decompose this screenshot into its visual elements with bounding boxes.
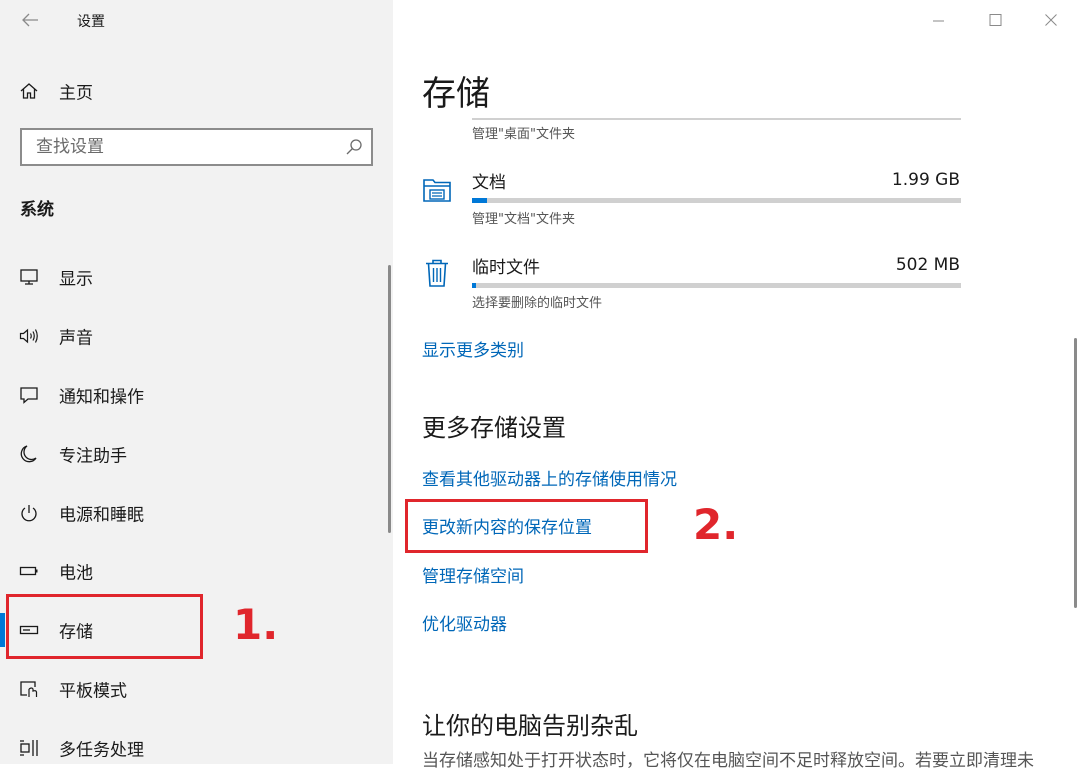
- power-icon: [21, 505, 37, 522]
- usage-bar-fill: [472, 198, 487, 203]
- search-icon: [346, 139, 362, 155]
- step-2-label: 2.: [693, 500, 739, 549]
- more-storage-settings-heading: 更多存储设置: [422, 414, 566, 442]
- category-size: 502 MB: [895, 255, 960, 275]
- category-name: 临时文件: [472, 258, 540, 278]
- minimize-icon: [933, 20, 944, 22]
- category-name: 文档: [472, 173, 506, 193]
- sidebar-item-tablet-mode[interactable]: 平板模式: [0, 664, 393, 714]
- category-caption: 选择要删除的临时文件: [472, 296, 603, 311]
- sidebar-item-label: 通知和操作: [59, 387, 144, 408]
- sidebar-item-home[interactable]: 主页: [0, 66, 393, 116]
- sidebar-item-display[interactable]: 显示: [0, 252, 393, 302]
- close-icon: [1045, 14, 1057, 26]
- back-button[interactable]: [18, 8, 42, 32]
- speaker-icon: [19, 328, 38, 344]
- search-box[interactable]: [20, 128, 373, 166]
- trash-icon: [426, 259, 448, 287]
- sidebar-item-sound[interactable]: 声音: [0, 311, 393, 361]
- sidebar-item-multitasking[interactable]: 多任务处理: [0, 723, 393, 773]
- documents-folder-icon: [423, 179, 451, 202]
- optimize-drives-link[interactable]: 优化驱动器: [422, 610, 507, 635]
- sidebar-item-notifications[interactable]: 通知和操作: [0, 370, 393, 420]
- sidebar-item-power-sleep[interactable]: 电源和睡眠: [0, 488, 393, 538]
- home-icon: [20, 83, 38, 99]
- close-button[interactable]: [1036, 6, 1066, 36]
- display-icon: [20, 269, 38, 285]
- sidebar-home-label: 主页: [59, 83, 93, 104]
- declutter-text: 当存储感知处于打开状态时，它将仅在电脑空间不足时释放空间。若要立即清理未: [422, 751, 1034, 771]
- minimize-button[interactable]: [923, 6, 953, 36]
- sidebar-item-label: 电池: [59, 563, 93, 584]
- category-usage-bar: [472, 198, 961, 203]
- search-input[interactable]: [22, 130, 346, 164]
- desktop-caption: 管理"桌面"文件夹: [472, 127, 575, 142]
- sidebar-item-label: 电源和睡眠: [59, 505, 144, 526]
- battery-icon: [19, 566, 38, 576]
- maximize-icon: [989, 14, 1002, 26]
- usage-bar-fill: [472, 283, 476, 288]
- sidebar-item-label: 显示: [59, 269, 93, 290]
- sidebar-item-label: 平板模式: [59, 681, 127, 702]
- highlight-box-storage: [6, 594, 203, 659]
- declutter-heading: 让你的电脑告别杂乱: [422, 712, 638, 740]
- desktop-usage-bar: [472, 118, 961, 120]
- main-pane: 存储 管理"桌面"文件夹 文档 1.99 GB 管理"文档"文件夹 临时文件 5…: [393, 0, 1080, 771]
- sidebar-scrollbar[interactable]: [388, 265, 391, 533]
- page-title: 存储: [422, 74, 490, 114]
- app-title: 设置: [77, 14, 105, 30]
- sidebar-item-label: 专注助手: [59, 446, 127, 467]
- show-more-categories-link[interactable]: 显示更多类别: [422, 336, 524, 361]
- sidebar-item-battery[interactable]: 电池: [0, 546, 393, 596]
- category-caption: 管理"文档"文件夹: [472, 212, 575, 227]
- step-1-label: 1.: [233, 600, 279, 649]
- maximize-button[interactable]: [980, 6, 1010, 36]
- main-scrollbar[interactable]: [1074, 338, 1077, 608]
- tablet-mode-icon: [20, 681, 38, 697]
- moon-icon: [20, 445, 37, 463]
- highlight-box-save-location: [405, 499, 648, 553]
- section-title: 系统: [20, 200, 54, 220]
- sidebar-item-label: 声音: [59, 328, 93, 349]
- view-other-drives-link[interactable]: 查看其他驱动器上的存储使用情况: [422, 465, 677, 490]
- sidebar-item-focus-assist[interactable]: 专注助手: [0, 429, 393, 479]
- manage-storage-spaces-link[interactable]: 管理存储空间: [422, 562, 524, 587]
- notification-icon: [20, 387, 38, 404]
- back-arrow-icon: [22, 13, 38, 27]
- category-size: 1.99 GB: [891, 170, 960, 190]
- multitasking-icon: [20, 740, 38, 756]
- sidebar-item-label: 多任务处理: [59, 740, 144, 761]
- category-usage-bar: [472, 283, 961, 288]
